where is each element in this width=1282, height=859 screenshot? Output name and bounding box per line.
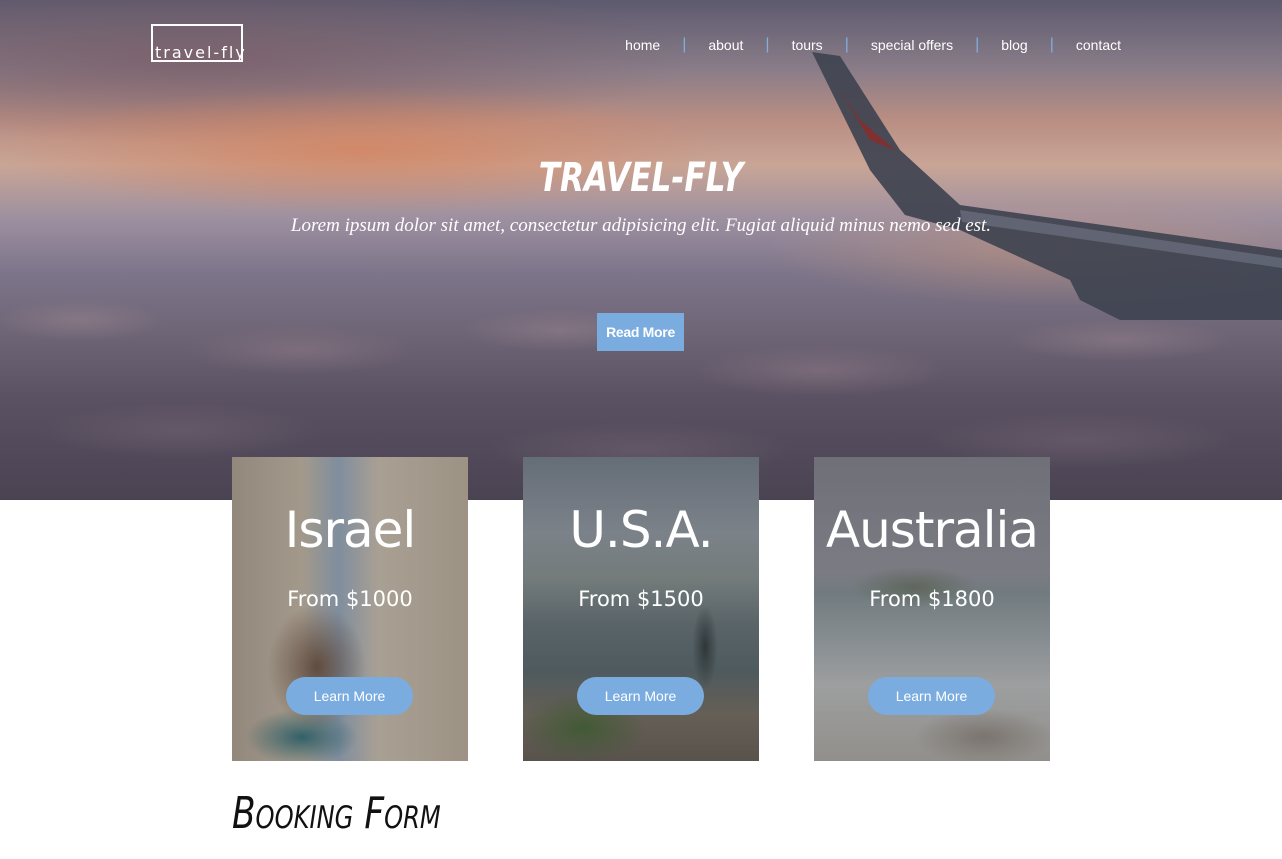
- destination-card-israel[interactable]: Israel From $1000 Learn More: [232, 457, 468, 761]
- destination-name: Australia: [825, 501, 1039, 559]
- nav-contact[interactable]: contact: [1076, 37, 1121, 53]
- nav-special-offers[interactable]: special offers: [871, 37, 953, 53]
- destination-price: From $1800: [869, 587, 995, 611]
- destination-card-usa[interactable]: U.S.A. From $1500 Learn More: [523, 457, 759, 761]
- hero-subtitle: Lorem ipsum dolor sit amet, consectetur …: [290, 215, 992, 236]
- main-nav: home | about | tours | special offers | …: [625, 36, 1121, 54]
- learn-more-button[interactable]: Learn More: [577, 677, 704, 715]
- read-more-button[interactable]: Read More: [597, 313, 684, 351]
- destination-card-australia[interactable]: Australia From $1800 Learn More: [814, 457, 1050, 761]
- hero-section: travel-fly home | about | tours | specia…: [0, 0, 1282, 500]
- learn-more-button[interactable]: Learn More: [286, 677, 413, 715]
- destination-name: U.S.A.: [569, 501, 713, 559]
- nav-separator: |: [1049, 36, 1054, 53]
- nav-separator: |: [682, 36, 687, 53]
- nav-separator: |: [765, 36, 770, 53]
- nav-home[interactable]: home: [625, 37, 660, 53]
- airplane-wing-image: [812, 52, 1282, 320]
- nav-blog[interactable]: blog: [1001, 37, 1027, 53]
- nav-about[interactable]: about: [708, 37, 743, 53]
- destination-price: From $1000: [287, 587, 413, 611]
- booking-form-title: Booking Form: [232, 788, 441, 839]
- destination-price: From $1500: [578, 587, 704, 611]
- nav-separator: |: [975, 36, 980, 53]
- destination-name: Israel: [284, 501, 417, 559]
- site-logo[interactable]: travel-fly: [151, 24, 245, 62]
- hero-title: TRAVEL-FLY: [538, 155, 744, 201]
- nav-separator: |: [844, 36, 849, 53]
- learn-more-button[interactable]: Learn More: [868, 677, 995, 715]
- nav-tours[interactable]: tours: [792, 37, 823, 53]
